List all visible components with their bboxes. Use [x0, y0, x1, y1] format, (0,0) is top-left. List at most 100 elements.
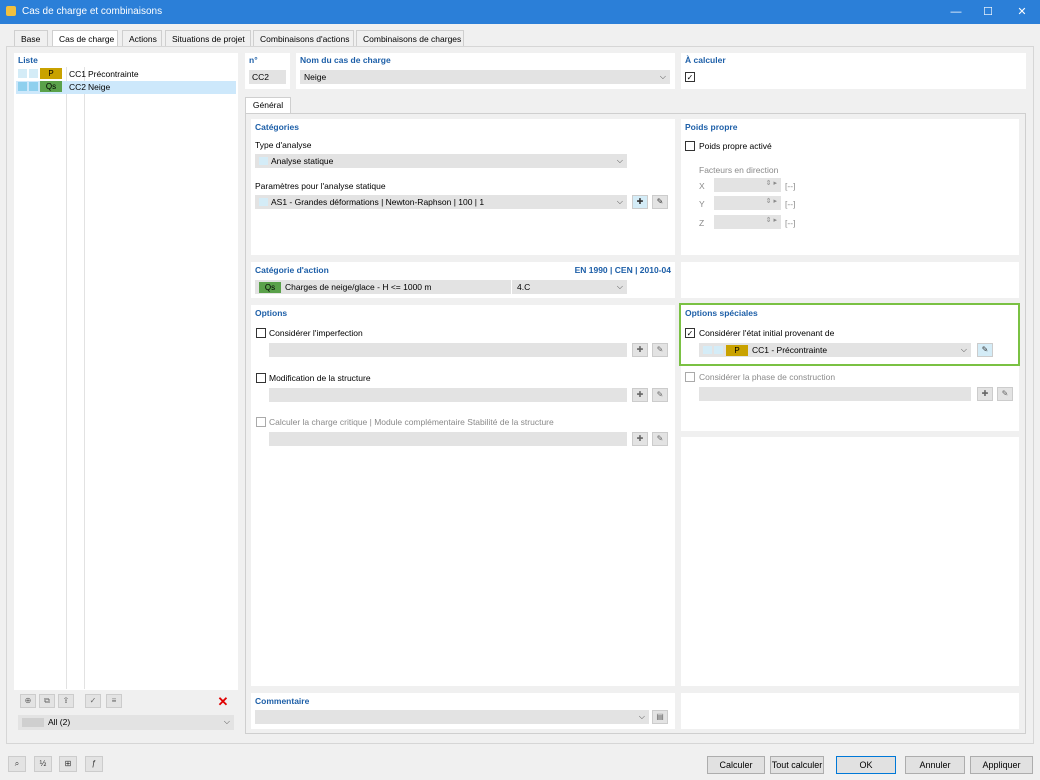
empty-panel	[681, 262, 1019, 298]
units-icon[interactable]: ½	[34, 756, 52, 772]
empty-panel	[681, 437, 1019, 686]
ok-button[interactable]: OK	[836, 756, 896, 774]
tab-design-situations[interactable]: Situations de projet	[165, 30, 251, 46]
new-imperfection-icon[interactable]: ✚	[632, 343, 648, 357]
tab-load-cases[interactable]: Cas de charge	[52, 30, 118, 46]
edit-imperfection-icon[interactable]: ✎	[652, 343, 668, 357]
tab-load-combinations[interactable]: Combinaisons de charges	[356, 30, 464, 46]
check-all-icon[interactable]: ✓	[85, 694, 101, 708]
chevron-down-icon: ⌵	[223, 717, 230, 726]
edit-construction-phase-icon[interactable]: ✎	[997, 387, 1013, 401]
calculate-panel: À calculer ✓	[681, 53, 1026, 89]
list-item-name: Neige	[88, 82, 111, 92]
action-category-select[interactable]: Qs Charges de neige/glace - H <= 1000 m …	[255, 280, 627, 294]
name-select[interactable]: Neige ⌵	[300, 70, 670, 84]
imperfection-field[interactable]	[269, 343, 627, 357]
list-item-code: CC1	[69, 69, 87, 79]
number-label: n°	[249, 55, 258, 65]
list-panel: Liste P CC1 Précontrainte Qs CC2 Neige ⊕…	[14, 53, 238, 730]
analysis-params-value: AS1 - Grandes déformations | Newton-Raph…	[271, 197, 485, 207]
list-item[interactable]: P CC1 Précontrainte	[16, 68, 236, 81]
tab-general[interactable]: Général	[245, 97, 291, 113]
new-construction-phase-icon[interactable]: ✚	[977, 387, 993, 401]
factor-z-input[interactable]: ⇕ ▸	[714, 215, 781, 229]
new-structure-mod-icon[interactable]: ✚	[632, 388, 648, 402]
construction-phase-checkbox[interactable]	[685, 372, 695, 382]
norm-label: EN 1990 | CEN | 2010-04	[574, 265, 671, 275]
action-category-panel: Catégorie d'action EN 1990 | CEN | 2010-…	[251, 262, 675, 298]
list-item-code: CC2	[69, 82, 87, 92]
color-swatch	[259, 157, 268, 165]
comment-header: Commentaire	[255, 696, 310, 706]
imperfection-label: Considérer l'imperfection	[269, 328, 363, 338]
highlight-frame	[679, 303, 1020, 366]
delete-icon[interactable]: ✕	[216, 695, 230, 709]
self-weight-header: Poids propre	[685, 122, 738, 132]
action-category-code: 4.C	[517, 282, 531, 292]
filter-select[interactable]: All (2) ⌵	[18, 715, 234, 730]
name-label: Nom du cas de charge	[300, 55, 391, 65]
action-badge: Qs	[259, 282, 281, 293]
self-weight-panel: Poids propre Poids propre activé Facteur…	[681, 119, 1019, 255]
cancel-button[interactable]: Annuler	[905, 756, 965, 774]
new-critical-load-icon[interactable]: ✚	[632, 432, 648, 446]
imperfection-checkbox[interactable]	[256, 328, 266, 338]
calculate-checkbox[interactable]: ✓	[685, 72, 695, 82]
analysis-params-select[interactable]: AS1 - Grandes déformations | Newton-Raph…	[255, 195, 627, 209]
list-divider	[66, 67, 67, 689]
tab-actions[interactable]: Actions	[122, 30, 162, 46]
uncheck-all-icon[interactable]: ≡	[106, 694, 122, 708]
list-header: Liste	[18, 55, 38, 65]
unit-label: [--]	[785, 199, 796, 209]
calculate-all-button[interactable]: Tout calculer	[770, 756, 824, 774]
copy-item-icon[interactable]: ⧉	[39, 694, 55, 708]
import-item-icon[interactable]: ⇪	[58, 694, 74, 708]
formula-icon[interactable]: ƒ	[85, 756, 103, 772]
structure-mod-field[interactable]	[269, 388, 627, 402]
self-weight-checkbox[interactable]	[685, 141, 695, 151]
close-button[interactable]: ✕	[1014, 4, 1030, 20]
construction-phase-field[interactable]	[699, 387, 971, 401]
search-icon[interactable]: ⌕	[8, 756, 26, 772]
edit-params-icon[interactable]: ✎	[652, 195, 668, 209]
edit-critical-load-icon[interactable]: ✎	[652, 432, 668, 446]
factors-label: Facteurs en direction	[699, 165, 779, 175]
factor-x-input[interactable]: ⇕ ▸	[714, 178, 781, 192]
apply-button[interactable]: Appliquer	[970, 756, 1033, 774]
comment-select[interactable]: ⌵	[255, 710, 649, 724]
factor-y-input[interactable]: ⇕ ▸	[714, 196, 781, 210]
self-weight-label: Poids propre activé	[699, 141, 772, 151]
structure-icon[interactable]: ⊞	[59, 756, 77, 772]
comment-edit-icon[interactable]: ▤	[652, 710, 668, 724]
critical-load-checkbox[interactable]	[256, 417, 266, 427]
list-item-selected[interactable]: Qs CC2 Neige	[16, 81, 236, 94]
new-params-icon[interactable]: ✚	[632, 195, 648, 209]
title-bar: Cas de charge et combinaisons — ☐ ✕	[0, 0, 1040, 24]
analysis-type-select[interactable]: Analyse statique ⌵	[255, 154, 627, 168]
color-swatch	[259, 198, 268, 206]
action-badge: Qs	[40, 81, 62, 92]
separator	[511, 280, 512, 294]
tab-base[interactable]: Base	[14, 30, 48, 46]
list-item-name: Précontrainte	[88, 69, 139, 79]
chevron-down-icon: ⌵	[659, 72, 666, 81]
color-swatch	[18, 69, 27, 78]
calculate-button[interactable]: Calculer	[707, 756, 765, 774]
comment-panel: Commentaire ⌵ ▤	[251, 693, 675, 729]
app-icon	[6, 6, 16, 16]
unit-label: [--]	[785, 181, 796, 191]
edit-structure-mod-icon[interactable]: ✎	[652, 388, 668, 402]
critical-load-label: Calculer la charge critique | Module com…	[269, 417, 554, 427]
critical-load-field[interactable]	[269, 432, 627, 446]
maximize-button[interactable]: ☐	[980, 4, 996, 20]
minimize-button[interactable]: —	[948, 4, 964, 20]
options-header: Options	[255, 308, 288, 318]
new-item-icon[interactable]: ⊕	[20, 694, 36, 708]
number-field[interactable]: CC2	[249, 70, 286, 84]
options-panel: Options Considérer l'imperfection ✚ ✎ Mo…	[251, 305, 675, 686]
structure-mod-checkbox[interactable]	[256, 373, 266, 383]
tab-action-combinations[interactable]: Combinaisons d'actions	[253, 30, 354, 46]
structure-mod-label: Modification de la structure	[269, 373, 371, 383]
name-value: Neige	[304, 72, 327, 82]
chevron-down-icon: ⌵	[616, 197, 623, 206]
